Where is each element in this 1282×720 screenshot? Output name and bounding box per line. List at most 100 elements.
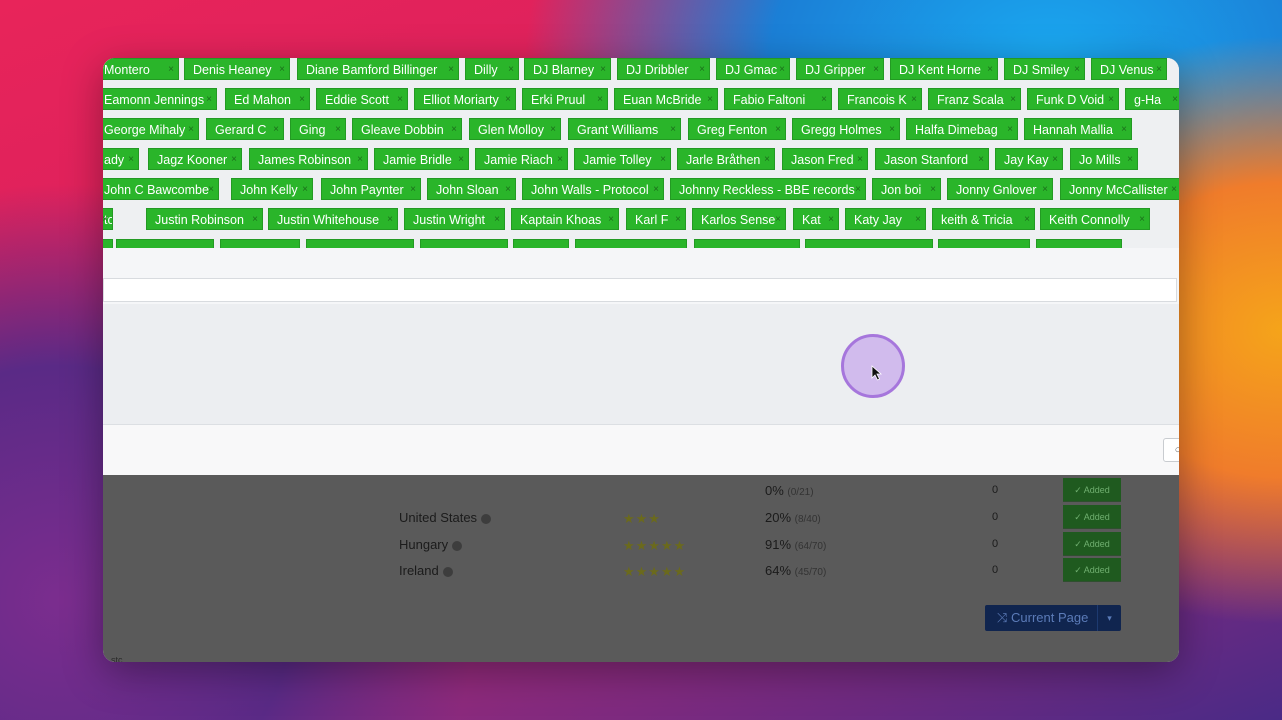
- close-icon[interactable]: ×: [675, 209, 681, 229]
- tag-chip[interactable]: John C Bawcombe ×: [103, 178, 219, 200]
- tag-chip[interactable]: ton×: [103, 208, 113, 230]
- tag-chip[interactable]: Euan McBride ×: [614, 88, 718, 110]
- close-icon[interactable]: ×: [1074, 59, 1080, 79]
- close-icon[interactable]: ×: [128, 149, 134, 169]
- close-icon[interactable]: ×: [821, 89, 827, 109]
- close-icon[interactable]: ×: [873, 59, 879, 79]
- tag-chip[interactable]: Jon boi ×: [872, 178, 941, 200]
- close-icon[interactable]: ×: [231, 149, 237, 169]
- tag-chip[interactable]: Hannah Mallia ×: [1024, 118, 1132, 140]
- close-icon[interactable]: ×: [775, 209, 781, 229]
- tag-chip[interactable]: [220, 239, 300, 248]
- close-icon[interactable]: ×: [550, 119, 556, 139]
- close-icon[interactable]: ×: [494, 209, 500, 229]
- tag-chip[interactable]: Elliot Moriarty ×: [414, 88, 516, 110]
- close-icon[interactable]: ×: [1139, 209, 1145, 229]
- tag-chip[interactable]: Funk D Void ×: [1027, 88, 1119, 110]
- tag-chip[interactable]: [805, 239, 933, 248]
- help-icon[interactable]: [481, 513, 492, 524]
- tag-chip[interactable]: [116, 239, 214, 248]
- tag-chip[interactable]: John Sloan ×: [427, 178, 516, 200]
- close-icon[interactable]: ×: [206, 89, 212, 109]
- tag-chip[interactable]: Gleave Dobbin ×: [352, 118, 462, 140]
- chevron-down-icon[interactable]: ▾: [1097, 605, 1121, 631]
- tag-chip[interactable]: Justin Robinson ×: [146, 208, 263, 230]
- tag-chip[interactable]: keith & Tricia ×: [932, 208, 1035, 230]
- tag-chip[interactable]: Jagz Kooner ×: [148, 148, 242, 170]
- tag-chip[interactable]: Erki Pruul ×: [522, 88, 608, 110]
- close-icon[interactable]: ×: [168, 59, 174, 79]
- tag-chip[interactable]: DJ Smiley ×: [1004, 58, 1085, 80]
- close-icon[interactable]: ×: [1172, 89, 1178, 109]
- close-icon[interactable]: ×: [103, 209, 108, 229]
- tag-chip[interactable]: Jason Fred ×: [782, 148, 868, 170]
- close-icon[interactable]: ×: [357, 149, 363, 169]
- close-icon[interactable]: ×: [557, 149, 563, 169]
- close-icon[interactable]: ×: [302, 179, 308, 199]
- close-icon[interactable]: ×: [670, 119, 676, 139]
- tag-chip[interactable]: John Paynter ×: [321, 178, 421, 200]
- tag-chip[interactable]: [103, 239, 113, 248]
- tag-chip[interactable]: Eamonn Jennings ×: [103, 88, 217, 110]
- close-icon[interactable]: ×: [208, 179, 214, 199]
- tag-chip[interactable]: [306, 239, 414, 248]
- tag-chip[interactable]: Jamie Bridle ×: [374, 148, 469, 170]
- tag-chip[interactable]: DJ Gripper ×: [796, 58, 884, 80]
- tag-chip[interactable]: Jonny McCallister ×: [1060, 178, 1179, 200]
- close-icon[interactable]: ×: [775, 119, 781, 139]
- tag-chip[interactable]: Diane Bamford Billinger ×: [297, 58, 459, 80]
- close-icon[interactable]: ×: [410, 179, 416, 199]
- close-icon[interactable]: ×: [188, 119, 194, 139]
- tag-chip[interactable]: Jamie Tolley ×: [574, 148, 671, 170]
- close-icon[interactable]: ×: [597, 89, 603, 109]
- tag-chip[interactable]: DJ Blarney ×: [524, 58, 611, 80]
- tag-chip[interactable]: [513, 239, 569, 248]
- tag-chip[interactable]: Jason Stanford ×: [875, 148, 989, 170]
- tag-search-input[interactable]: [103, 278, 1177, 302]
- close-icon[interactable]: ×: [1010, 89, 1016, 109]
- close-icon[interactable]: ×: [915, 209, 921, 229]
- tag-chip[interactable]: DJ Gmac ×: [716, 58, 790, 80]
- tag-chip[interactable]: DJ Kent Horne ×: [890, 58, 998, 80]
- tag-chip[interactable]: Karl F ×: [626, 208, 686, 230]
- tag-chip[interactable]: John Kelly ×: [231, 178, 313, 200]
- close-icon[interactable]: ×: [299, 89, 305, 109]
- close-icon[interactable]: ×: [855, 179, 861, 199]
- tag-chip[interactable]: ady ×: [103, 148, 139, 170]
- close-icon[interactable]: ×: [978, 149, 984, 169]
- close-icon[interactable]: ×: [1156, 59, 1162, 79]
- close-icon[interactable]: ×: [930, 179, 936, 199]
- close-icon[interactable]: ×: [1121, 119, 1127, 139]
- help-icon[interactable]: [442, 566, 453, 577]
- close-icon[interactable]: ×: [1024, 209, 1030, 229]
- tag-chip[interactable]: Greg Fenton ×: [688, 118, 786, 140]
- tag-chip[interactable]: Glen Molloy ×: [469, 118, 561, 140]
- tag-chip[interactable]: g-Ha ×: [1125, 88, 1179, 110]
- close-icon[interactable]: ×: [505, 179, 511, 199]
- tag-chip[interactable]: Justin Whitehouse ×: [268, 208, 398, 230]
- tag-chip[interactable]: DJ Venus ×: [1091, 58, 1167, 80]
- tag-chip[interactable]: Jamie Riach ×: [475, 148, 568, 170]
- tag-chip[interactable]: [938, 239, 1030, 248]
- close-icon[interactable]: ×: [1171, 179, 1177, 199]
- tag-chip[interactable]: Ed Mahon ×: [225, 88, 310, 110]
- tag-chip[interactable]: George Mihaly ×: [103, 118, 199, 140]
- close-icon[interactable]: ×: [1042, 179, 1048, 199]
- close-icon[interactable]: ×: [279, 59, 285, 79]
- added-button[interactable]: ✓ Added: [1063, 532, 1121, 556]
- close-icon[interactable]: ×: [828, 209, 834, 229]
- tag-chip[interactable]: Grant Williams ×: [568, 118, 681, 140]
- close-icon[interactable]: ×: [1007, 119, 1013, 139]
- close-icon[interactable]: ×: [1052, 149, 1058, 169]
- tag-chip[interactable]: Halfa Dimebag ×: [906, 118, 1018, 140]
- tag-chip[interactable]: Justin Wright ×: [404, 208, 505, 230]
- tag-chip[interactable]: Francois K ×: [838, 88, 922, 110]
- close-icon[interactable]: ×: [273, 119, 279, 139]
- close-icon[interactable]: ×: [387, 209, 393, 229]
- added-button[interactable]: ✓ Added: [1063, 505, 1121, 529]
- tag-chip[interactable]: Kat ×: [793, 208, 839, 230]
- close-icon[interactable]: ×: [889, 119, 895, 139]
- tag-chip[interactable]: [420, 239, 508, 248]
- tag-chip[interactable]: Franz Scala ×: [928, 88, 1021, 110]
- tag-chip[interactable]: Dilly ×: [465, 58, 519, 80]
